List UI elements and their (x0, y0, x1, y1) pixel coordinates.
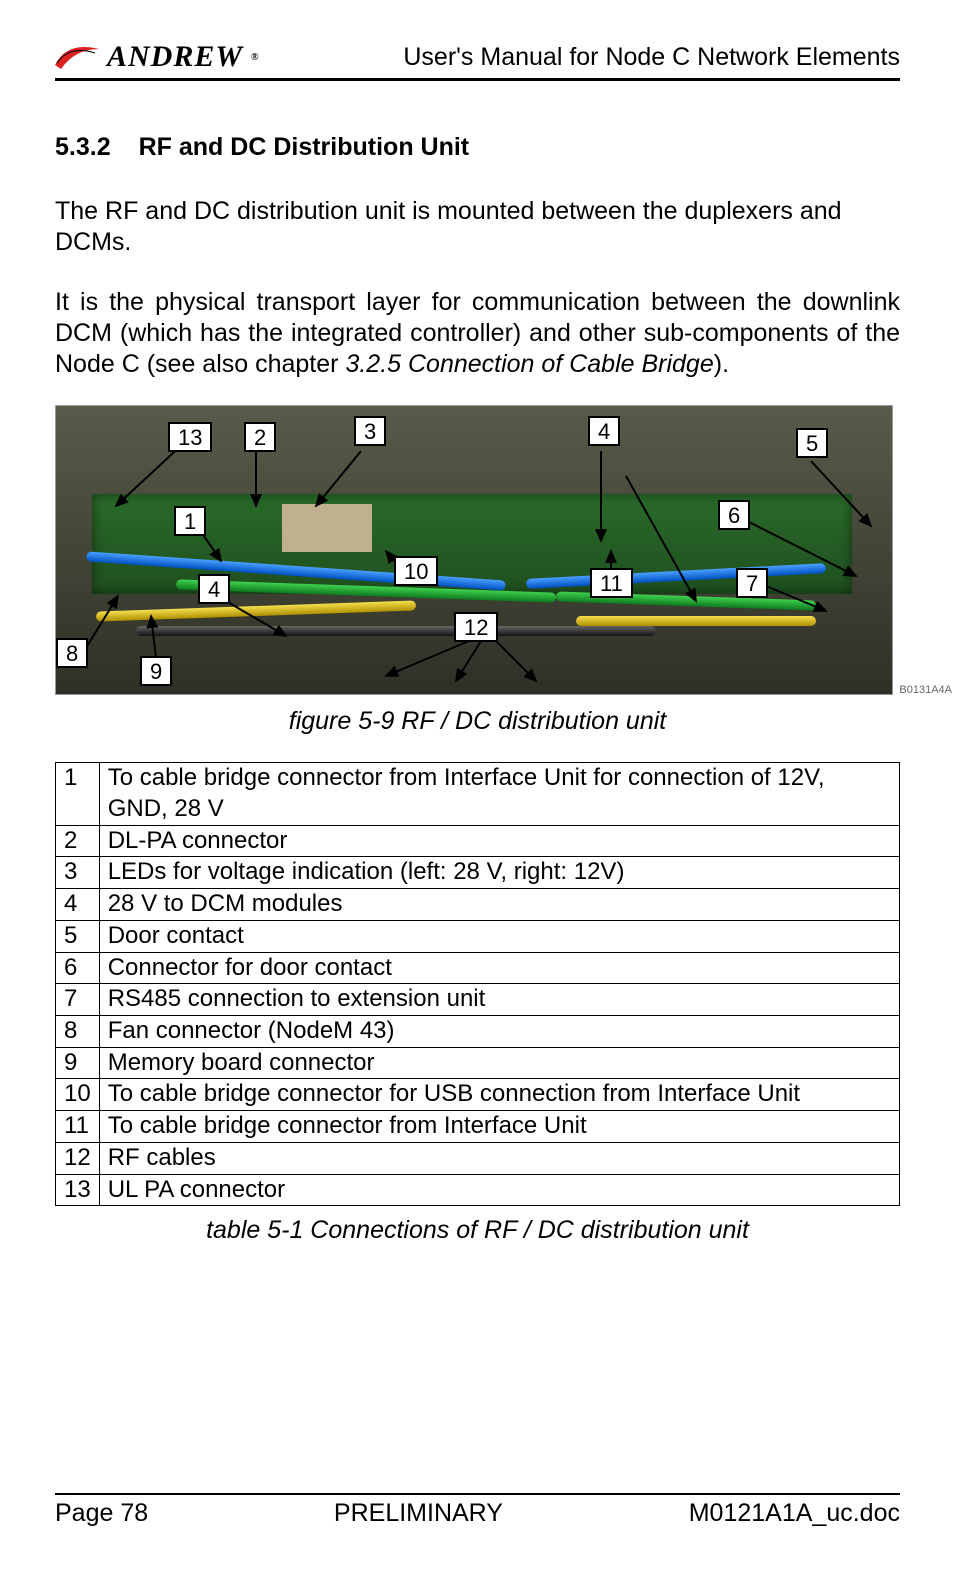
table-row: 10To cable bridge connector for USB conn… (56, 1079, 900, 1111)
row-number: 11 (56, 1111, 100, 1143)
row-description: Fan connector (NodeM 43) (99, 1016, 899, 1048)
row-number: 8 (56, 1016, 100, 1048)
row-number: 7 (56, 984, 100, 1016)
table-row: 2DL-PA connector (56, 825, 900, 857)
row-description: To cable bridge connector from Interface… (99, 1111, 899, 1143)
page-footer: Page 78 PRELIMINARY M0121A1A_uc.doc (55, 1493, 900, 1528)
callout-9: 9 (140, 656, 172, 686)
paragraph-2: It is the physical transport layer for c… (55, 287, 900, 381)
row-number: 6 (56, 952, 100, 984)
table-row: 5Door contact (56, 920, 900, 952)
paragraph-1: The RF and DC distribution unit is mount… (55, 196, 900, 259)
table-row: 9Memory board connector (56, 1047, 900, 1079)
callout-7: 7 (736, 568, 768, 598)
figure-rf-dc-unit: 13 2 3 4 5 6 7 1 4 10 11 12 8 9 B0131A4A (55, 405, 893, 695)
callout-4a: 4 (198, 574, 230, 604)
brand-logo: ANDREW ® (55, 40, 260, 74)
row-description: UL PA connector (99, 1174, 899, 1206)
section-title: RF and DC Distribution Unit (139, 133, 470, 162)
table-row: 11To cable bridge connector from Interfa… (56, 1111, 900, 1143)
footer-page: Page 78 (55, 1499, 148, 1528)
row-number: 5 (56, 920, 100, 952)
table-caption: table 5-1 Connections of RF / DC distrib… (55, 1216, 900, 1245)
logo-swoosh-icon (55, 43, 99, 71)
callout-3: 3 (354, 416, 386, 446)
document-title: User's Manual for Node C Network Element… (403, 43, 900, 72)
table-row: 12RF cables (56, 1142, 900, 1174)
row-description: Memory board connector (99, 1047, 899, 1079)
section-heading: 5.3.2 RF and DC Distribution Unit (55, 133, 900, 162)
table-row: 1To cable bridge connector from Interfac… (56, 763, 900, 825)
row-number: 3 (56, 857, 100, 889)
table-row: 6Connector for door contact (56, 952, 900, 984)
row-description: DL-PA connector (99, 825, 899, 857)
table-row: 13UL PA connector (56, 1174, 900, 1206)
row-description: Door contact (99, 920, 899, 952)
row-number: 4 (56, 889, 100, 921)
callout-12: 12 (454, 612, 498, 642)
row-number: 10 (56, 1079, 100, 1111)
row-number: 13 (56, 1174, 100, 1206)
callout-4b: 4 (588, 416, 620, 446)
row-description: To cable bridge connector for USB connec… (99, 1079, 899, 1111)
callout-1: 1 (174, 506, 206, 536)
row-description: To cable bridge connector from Interface… (99, 763, 899, 825)
callout-5: 5 (796, 428, 828, 458)
callout-2: 2 (244, 422, 276, 452)
connections-table: 1To cable bridge connector from Interfac… (55, 762, 900, 1206)
section-number: 5.3.2 (55, 133, 111, 162)
logo-text: ANDREW (107, 40, 243, 74)
table-row: 8Fan connector (NodeM 43) (56, 1016, 900, 1048)
footer-status: PRELIMINARY (334, 1499, 503, 1528)
page-header: ANDREW ® User's Manual for Node C Networ… (55, 40, 900, 81)
callout-6: 6 (718, 500, 750, 530)
row-description: RS485 connection to extension unit (99, 984, 899, 1016)
table-row: 428 V to DCM modules (56, 889, 900, 921)
row-description: Connector for door contact (99, 952, 899, 984)
figure-caption: figure 5-9 RF / DC distribution unit (55, 707, 900, 736)
callout-11: 11 (590, 568, 633, 598)
callout-8: 8 (56, 638, 88, 668)
row-number: 2 (56, 825, 100, 857)
row-description: RF cables (99, 1142, 899, 1174)
image-id-tag: B0131A4A (899, 684, 952, 696)
row-number: 12 (56, 1142, 100, 1174)
row-description: 28 V to DCM modules (99, 889, 899, 921)
table-row: 7RS485 connection to extension unit (56, 984, 900, 1016)
callout-13: 13 (168, 422, 212, 452)
table-row: 3LEDs for voltage indication (left: 28 V… (56, 857, 900, 889)
row-number: 9 (56, 1047, 100, 1079)
row-description: LEDs for voltage indication (left: 28 V,… (99, 857, 899, 889)
callout-10: 10 (394, 556, 438, 586)
footer-docname: M0121A1A_uc.doc (689, 1499, 900, 1528)
row-number: 1 (56, 763, 100, 825)
